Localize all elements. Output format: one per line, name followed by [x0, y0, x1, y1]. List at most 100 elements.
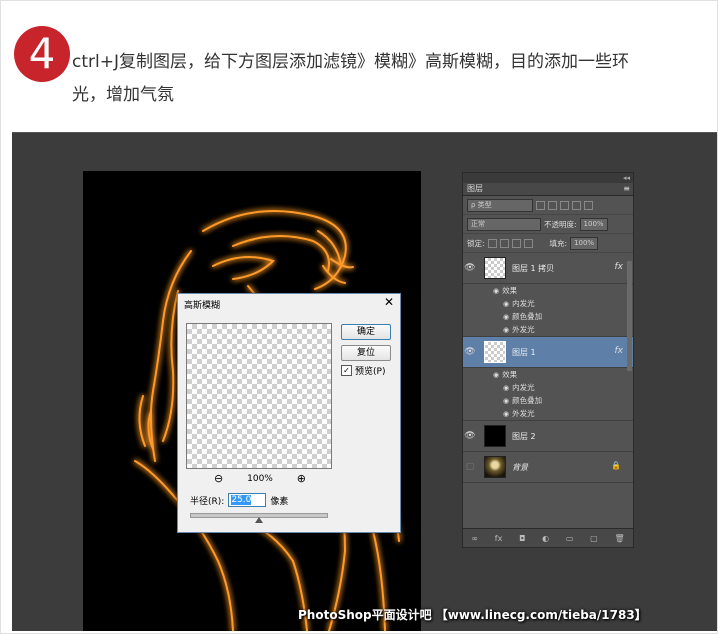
effects-row[interactable]: ◉ 效果 — [463, 284, 633, 297]
instruction-text: ctrl+J复制图层，给下方图层添加滤镜》模糊》高斯模糊，目的添加一些环 光，增… — [72, 46, 718, 112]
eye-icon[interactable]: ◉ — [493, 287, 499, 295]
layer-name[interactable]: 图层 2 — [512, 431, 536, 442]
preview-label: 预览(P) — [355, 367, 386, 377]
eye-icon[interactable]: ◉ — [503, 384, 509, 392]
radius-input[interactable]: 25.0 — [228, 493, 267, 507]
fill-label: 填充: — [549, 238, 568, 248]
checkbox-check-icon[interactable]: ✓ — [341, 365, 352, 376]
layer-thumbnail — [484, 341, 506, 363]
panel-scrollbar[interactable] — [627, 261, 632, 371]
eye-icon[interactable]: ◉ — [503, 397, 509, 405]
layer-row-layer1-copy[interactable]: 👁 图层 1 拷贝 fx ◉ 效果 ◉ 内发光 ◉ 颜色叠加 ◉ 外发光 — [463, 253, 633, 337]
layer-thumbnail — [484, 425, 506, 447]
effects-label: 效果 — [502, 286, 518, 295]
radius-slider[interactable] — [190, 513, 328, 523]
opacity-input[interactable]: 100% — [579, 217, 608, 231]
lock-label: 锁定: — [467, 238, 485, 248]
radius-row: 半径(R): 25.0 像素 — [190, 493, 288, 507]
zoom-out-icon[interactable]: ⊖ — [214, 472, 223, 485]
fx-icon[interactable]: fx — [615, 346, 624, 356]
effect-name: 外发光 — [512, 325, 535, 334]
dialog-title: 高斯模糊 — [184, 301, 221, 311]
effect-name: 颜色叠加 — [512, 312, 543, 321]
effect-row[interactable]: ◉ 外发光 — [463, 407, 633, 420]
layer-row-layer1[interactable]: 👁 图层 1 fx ◉ 效果 ◉ 内发光 ◉ 颜色叠加 ◉ 外发光 — [463, 337, 633, 421]
panel-menu-icon[interactable]: ≡ — [623, 183, 630, 195]
eye-icon[interactable]: ◉ — [503, 313, 509, 321]
adjustment-icon[interactable]: ◐ — [542, 534, 549, 543]
blend-opacity-row: 正常 不透明度: 100% — [463, 215, 633, 234]
lock-transparent-icon[interactable] — [487, 238, 497, 248]
opacity-label: 不透明度: — [544, 219, 577, 229]
eye-icon[interactable]: ◉ — [493, 371, 499, 379]
filter-smart-object-icon[interactable] — [584, 200, 593, 210]
new-layer-icon[interactable]: ▢ — [590, 534, 598, 543]
zoom-controls: ⊖ 100% ⊕ — [214, 472, 306, 485]
reset-button[interactable]: 复位 — [341, 345, 391, 361]
eye-icon[interactable]: ◉ — [503, 300, 509, 308]
step-number-badge: 4 — [14, 26, 70, 82]
effect-row[interactable]: ◉ 内发光 — [463, 381, 633, 394]
lock-fill-row: 锁定: 填充: 100% — [463, 234, 633, 253]
layer-filter-row: ρ 类型 — [463, 196, 633, 215]
close-icon[interactable]: ✕ — [384, 295, 394, 309]
layer-thumbnail — [484, 257, 506, 279]
fill-input[interactable]: 100% — [570, 236, 599, 250]
trash-icon[interactable]: 🗑 — [614, 534, 624, 543]
instruction-line-2: 光，增加气氛 — [72, 85, 174, 105]
layer-thumbnail — [484, 456, 506, 478]
filter-pixel-icon[interactable] — [536, 200, 545, 210]
eye-icon[interactable]: ◉ — [503, 326, 509, 334]
visibility-toggle-icon[interactable]: ▢ — [463, 462, 477, 472]
layer-name[interactable]: 背景 — [512, 462, 528, 473]
effect-row[interactable]: ◉ 外发光 — [463, 323, 633, 336]
effects-label: 效果 — [502, 370, 518, 379]
effect-name: 内发光 — [512, 383, 535, 392]
slider-thumb[interactable] — [255, 517, 263, 523]
effects-row[interactable]: ◉ 效果 — [463, 368, 633, 381]
radius-label: 半径(R): — [190, 496, 225, 507]
eye-icon[interactable]: ◉ — [503, 410, 509, 418]
filter-adjustment-icon[interactable] — [548, 200, 557, 210]
effect-row[interactable]: ◉ 内发光 — [463, 297, 633, 310]
blend-mode-select[interactable]: 正常 — [467, 217, 541, 231]
lock-icon: 🔒 — [611, 461, 621, 470]
instruction-line-1: ctrl+J复制图层，给下方图层添加滤镜》模糊》高斯模糊，目的添加一些环 — [72, 52, 629, 72]
effect-name: 颜色叠加 — [512, 396, 543, 405]
radius-value: 25.0 — [231, 495, 252, 505]
group-icon[interactable]: ▭ — [566, 534, 574, 543]
zoom-in-icon[interactable]: ⊕ — [297, 472, 306, 485]
layer-name[interactable]: 图层 1 拷贝 — [512, 263, 554, 274]
effect-row[interactable]: ◉ 颜色叠加 — [463, 310, 633, 323]
layer-row-background[interactable]: ▢ 背景 🔒 — [463, 452, 633, 483]
radius-unit: 像素 — [270, 496, 289, 507]
link-icon[interactable]: ∞ — [471, 534, 478, 543]
fx-icon[interactable]: fx — [495, 534, 503, 543]
tab-layers[interactable]: 图层 ≡ — [463, 183, 633, 196]
layer-row-layer2[interactable]: 👁 图层 2 — [463, 421, 633, 452]
panel-collapse-icon[interactable]: ◂◂ — [463, 173, 633, 183]
lock-position-icon[interactable] — [511, 238, 521, 248]
gaussian-blur-dialog: 高斯模糊 ✕ 确定 复位 ✓ 预览(P) ⊖ 100% ⊕ 半径(R): 25.… — [177, 293, 401, 533]
preview-checkbox[interactable]: ✓ 预览(P) — [341, 364, 385, 377]
zoom-level: 100% — [247, 473, 273, 484]
filter-shape-icon[interactable] — [572, 200, 581, 210]
visibility-eye-icon[interactable]: 👁 — [463, 347, 477, 357]
effect-row[interactable]: ◉ 颜色叠加 — [463, 394, 633, 407]
visibility-eye-icon[interactable]: 👁 — [463, 263, 477, 273]
effect-name: 内发光 — [512, 299, 535, 308]
blur-preview-area[interactable] — [186, 323, 332, 469]
fx-icon[interactable]: fx — [615, 262, 624, 272]
layers-panel: ◂◂ 图层 ≡ ρ 类型 正常 不透明度: 100% 锁定: 填充: 100% — [462, 172, 634, 548]
effect-name: 外发光 — [512, 409, 535, 418]
lock-image-icon[interactable] — [499, 238, 509, 248]
filter-type-icon[interactable] — [560, 200, 569, 210]
mask-icon[interactable]: ◘ — [519, 534, 525, 543]
lock-all-icon[interactable] — [523, 238, 533, 248]
filter-kind-select[interactable]: ρ 类型 — [467, 198, 533, 212]
layers-panel-footer: ∞ fx ◘ ◐ ▭ ▢ 🗑 — [463, 528, 633, 547]
ok-button[interactable]: 确定 — [341, 324, 391, 340]
visibility-eye-icon[interactable]: 👁 — [463, 431, 477, 441]
layer-name[interactable]: 图层 1 — [512, 347, 536, 358]
watermark-text: PhotoShop平面设计吧 【www.linecg.com/tieba/178… — [298, 608, 647, 622]
